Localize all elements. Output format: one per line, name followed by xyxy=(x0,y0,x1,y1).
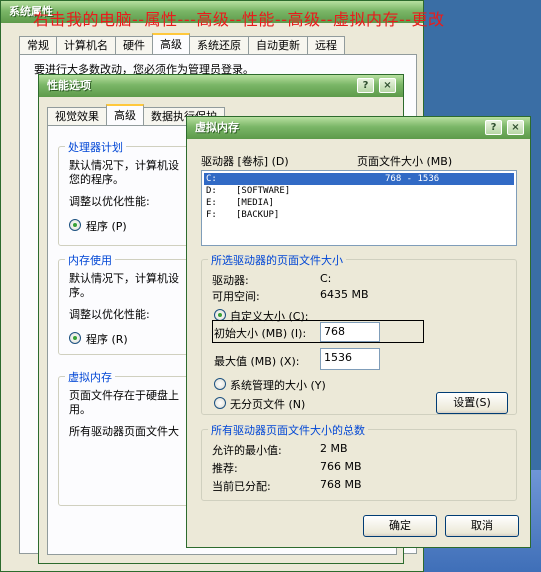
no-paging-file-radio[interactable] xyxy=(214,397,226,409)
drive-label: [MEDIA] xyxy=(236,198,274,208)
virtual-memory-title: 虚拟内存 xyxy=(65,369,115,385)
virtual-memory-titlebar: 虚拟内存 ? × xyxy=(187,117,530,139)
tab-perf-advanced[interactable]: 高级 xyxy=(106,104,144,125)
instruction-caption: 右击我的电脑--属性---高级--性能--高级--虚拟内存--更改 xyxy=(33,10,445,29)
tab-hardware[interactable]: 硬件 xyxy=(115,36,153,54)
memory-usage-title: 内存使用 xyxy=(65,252,115,268)
free-space-value: 6435 MB xyxy=(320,288,369,301)
drive-letter: F: xyxy=(206,210,217,220)
drive-column-header: 驱动器 [卷标] (D) xyxy=(201,155,289,168)
drive-letter: D: xyxy=(206,186,217,196)
performance-options-title: 性能选项 xyxy=(47,79,91,92)
memory-programs-label: 程序 (R) xyxy=(86,333,128,346)
ok-button[interactable]: 确定 xyxy=(363,515,437,537)
drive-field-label: 驱动器: xyxy=(212,274,249,287)
tab-visual-effects[interactable]: 视觉效果 xyxy=(47,107,107,125)
system-managed-label: 系统管理的大小 (Y) xyxy=(230,379,326,392)
minimum-allowed-value: 2 MB xyxy=(320,442,348,455)
set-button[interactable]: 设置(S) xyxy=(436,392,508,414)
cancel-button[interactable]: 取消 xyxy=(445,515,519,537)
vm-total-label: 所有驱动器页面文件大 xyxy=(69,425,179,438)
drive-letter: C: xyxy=(206,174,217,184)
tab-automatic-updates[interactable]: 自动更新 xyxy=(248,36,308,54)
processor-adjust-label: 调整以优化性能: xyxy=(69,195,150,208)
maximum-size-label: 最大值 (MB) (X): xyxy=(214,355,300,368)
drive-letter: E: xyxy=(206,198,217,208)
performance-options-titlebar: 性能选项 ? × xyxy=(39,75,403,97)
virtual-memory-dialog-title: 虚拟内存 xyxy=(195,121,239,134)
memory-desc-line2: 序。 xyxy=(69,286,91,299)
free-space-label: 可用空间: xyxy=(212,290,260,303)
drive-label: [BACKUP] xyxy=(236,210,280,220)
drive-pagefile-size: 768 - 1536 xyxy=(385,174,440,184)
recommended-label: 推荐: xyxy=(212,462,238,475)
memory-adjust-label: 调整以优化性能: xyxy=(69,308,150,321)
selected-drive-group-title: 所选驱动器的页面文件大小 xyxy=(208,252,346,268)
currently-allocated-label: 当前已分配: xyxy=(212,480,271,493)
vm-desc-line2: 用。 xyxy=(69,403,91,416)
drive-list[interactable]: C: 768 - 1536 D: [SOFTWARE] E: [MEDIA] F… xyxy=(201,170,517,246)
help-icon[interactable]: ? xyxy=(357,78,374,93)
tab-remote[interactable]: 远程 xyxy=(307,36,345,54)
initial-size-input[interactable]: 768 xyxy=(320,322,380,342)
tab-system-restore[interactable]: 系统还原 xyxy=(189,36,249,54)
help-icon[interactable]: ? xyxy=(485,120,502,135)
close-icon[interactable]: × xyxy=(507,120,524,135)
tab-computer-name[interactable]: 计算机名 xyxy=(56,36,116,54)
total-paging-group: 所有驱动器页面文件大小的总数 允许的最小值: 2 MB 推荐: 766 MB 当… xyxy=(201,422,517,501)
drive-label: [SOFTWARE] xyxy=(236,186,291,196)
processor-programs-label: 程序 (P) xyxy=(86,220,127,233)
no-paging-file-label: 无分页文件 (N) xyxy=(230,398,306,411)
initial-size-label: 初始大小 (MB) (I): xyxy=(214,327,307,340)
memory-programs-radio[interactable] xyxy=(69,332,81,344)
tab-advanced[interactable]: 高级 xyxy=(152,33,190,54)
system-managed-radio[interactable] xyxy=(214,378,226,390)
system-properties-tabs: 常规 计算机名 硬件 高级 系统还原 自动更新 远程 xyxy=(19,33,345,54)
drive-row[interactable]: F: [BACKUP] xyxy=(204,209,514,221)
total-paging-group-title: 所有驱动器页面文件大小的总数 xyxy=(208,422,368,438)
size-column-header: 页面文件大小 (MB) xyxy=(357,155,453,168)
tab-general[interactable]: 常规 xyxy=(19,36,57,54)
selected-drive-group: 所选驱动器的页面文件大小 驱动器: C: 可用空间: 6435 MB 自定义大小… xyxy=(201,252,517,415)
virtual-memory-dialog: 虚拟内存 ? × 驱动器 [卷标] (D) 页面文件大小 (MB) C: 768… xyxy=(186,116,531,548)
drive-row[interactable]: E: [MEDIA] xyxy=(204,197,514,209)
processor-scheduling-title: 处理器计划 xyxy=(65,139,126,155)
maximum-size-input[interactable]: 1536 xyxy=(320,348,380,370)
drive-row[interactable]: C: 768 - 1536 xyxy=(204,173,514,185)
drive-field-value: C: xyxy=(320,272,332,285)
minimum-allowed-label: 允许的最小值: xyxy=(212,444,282,457)
recommended-value: 766 MB xyxy=(320,460,362,473)
drive-row[interactable]: D: [SOFTWARE] xyxy=(204,185,514,197)
processor-desc-line2: 您的程序。 xyxy=(69,173,124,186)
currently-allocated-value: 768 MB xyxy=(320,478,362,491)
close-icon[interactable]: × xyxy=(379,78,396,93)
processor-programs-radio[interactable] xyxy=(69,219,81,231)
